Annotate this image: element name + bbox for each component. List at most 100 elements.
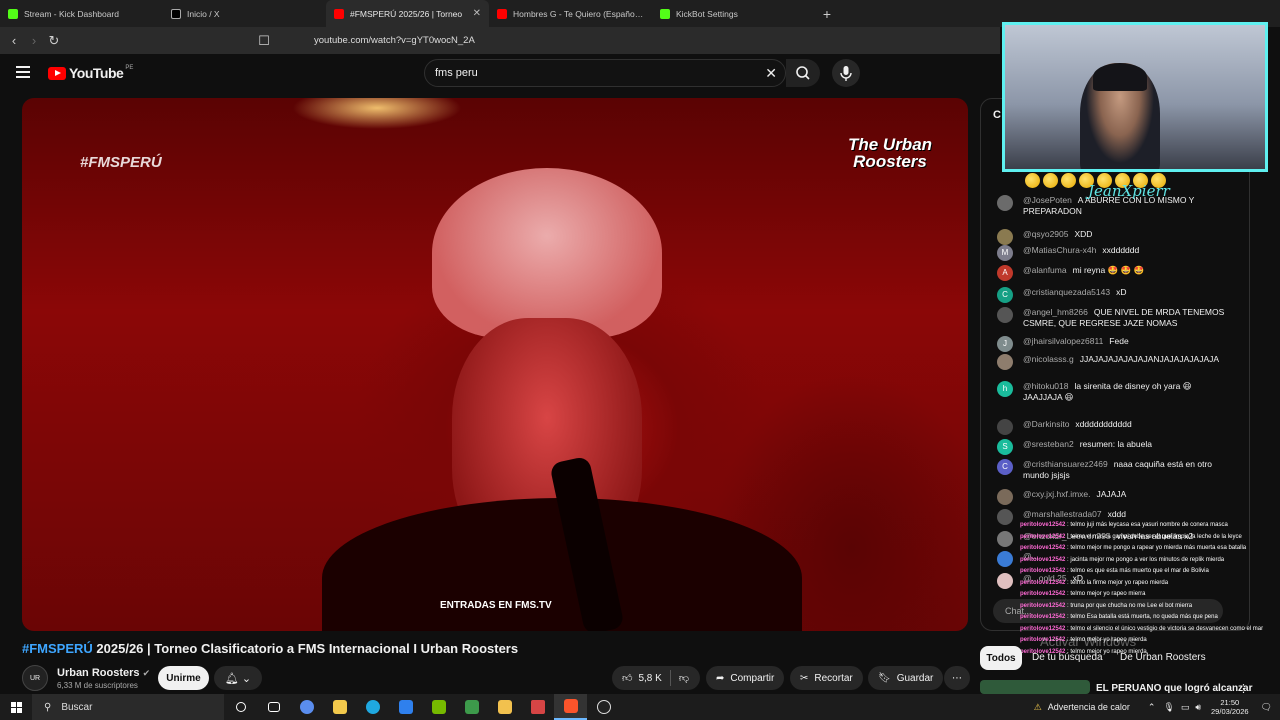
chat-avatar[interactable] xyxy=(997,195,1013,211)
chat-avatar[interactable] xyxy=(997,531,1013,547)
obs-icon[interactable] xyxy=(587,694,620,720)
chat-author[interactable]: @angel_hm8266 xyxy=(1023,307,1088,317)
notifications-button[interactable]: 🔔︎ ⌄ xyxy=(214,666,262,690)
chat-avatar[interactable] xyxy=(997,573,1013,589)
chat-author[interactable]: @nicolasss.g xyxy=(1023,354,1074,364)
tab-hombres-g[interactable]: Hombres G - Te Quiero (Español) - Yo xyxy=(489,0,652,27)
windows-logo-icon xyxy=(10,701,22,713)
menu-icon[interactable] xyxy=(16,66,30,78)
related-video-title[interactable]: EL PERUANO que logró alcanzar xyxy=(1096,683,1253,694)
close-tab-icon[interactable]: ✕ xyxy=(473,8,481,19)
chat-message-body: @Darkinsito xddddddddddd xyxy=(1023,419,1132,435)
notifications-icon[interactable]: 🗨︎ xyxy=(1261,702,1272,713)
search-input[interactable]: fms peru ✕ xyxy=(424,59,786,87)
chat-text: xddddddddddd xyxy=(1075,419,1132,429)
youtube-logo[interactable]: YouTube PE xyxy=(48,65,133,81)
filter-chip-search[interactable]: De tu búsqueda xyxy=(1032,652,1103,663)
network-icon[interactable]: ▭ xyxy=(1181,702,1190,713)
back-icon[interactable]: ‹ xyxy=(4,33,24,48)
chat-avatar[interactable]: J xyxy=(997,336,1013,352)
bookmark-icon[interactable]: ☐ xyxy=(254,33,274,49)
like-icon[interactable]: 👍︎ xyxy=(622,672,632,684)
chat-message-body: @cristhiansuarez2469 naaa caquiña está en… xyxy=(1023,459,1233,480)
url-field[interactable]: youtube.com/watch?v=gYT0wocN_2A xyxy=(314,31,1000,51)
mail-icon[interactable] xyxy=(389,694,422,720)
tab-kickbot[interactable]: KickBot Settings xyxy=(652,0,815,27)
start-button[interactable] xyxy=(0,694,32,720)
chat-author[interactable]: @JosePoten xyxy=(1023,195,1072,205)
channel-name[interactable]: Urban Roosters ✔ xyxy=(57,667,150,679)
save-button[interactable]: 🔖︎ Guardar xyxy=(868,666,944,690)
chat-avatar[interactable]: A xyxy=(997,265,1013,281)
voice-search-button[interactable] xyxy=(832,59,860,87)
related-video-thumbnail[interactable] xyxy=(980,680,1090,694)
chat-avatar[interactable] xyxy=(997,489,1013,505)
filter-chip-channel[interactable]: De Urban Roosters xyxy=(1120,652,1206,663)
join-button[interactable]: Unirme xyxy=(158,666,209,690)
chat-author[interactable]: @jhairsilvalopez6811 xyxy=(1023,336,1103,346)
share-button[interactable]: ➦ Compartir xyxy=(706,666,785,690)
video-player[interactable]: #FMSPERÚ The Urban Roosters ENTRADAS EN … xyxy=(22,98,968,631)
reload-icon[interactable]: ↻ xyxy=(44,33,64,49)
nvidia-icon[interactable] xyxy=(422,694,455,720)
speedometer-icon[interactable] xyxy=(290,694,323,720)
chat-author[interactable]: @alanfuma xyxy=(1023,265,1067,275)
overlay-chat-text: telmo el masca gampi debe ser el que lim… xyxy=(1070,533,1242,540)
chat-author[interactable]: @cristhiansuarez2469 xyxy=(1023,459,1108,469)
crying-emoji-icon xyxy=(1061,173,1076,188)
chat-author[interactable]: @marshallestrada07 xyxy=(1023,509,1102,519)
task-view-icon[interactable] xyxy=(257,694,290,720)
dislike-icon[interactable]: 👎︎ xyxy=(679,672,689,684)
chat-avatar[interactable]: C xyxy=(997,287,1013,303)
tab-youtube-fmsperu[interactable]: #FMSPERÚ 2025/26 | Torneo ✕ xyxy=(326,0,489,27)
urban-roosters-logo: The Urban Roosters xyxy=(847,135,933,171)
tab-x[interactable]: Inicio / X xyxy=(163,0,326,27)
youtube-icon xyxy=(497,8,507,19)
volume-icon[interactable]: 🔊︎ xyxy=(1195,702,1201,713)
chat-avatar[interactable] xyxy=(997,229,1013,245)
chat-author[interactable]: @cristianquezada5143 xyxy=(1023,287,1110,297)
chat-author[interactable]: @Darkinsito xyxy=(1023,419,1069,429)
chevron-up-icon[interactable]: ⌃ xyxy=(1148,702,1156,713)
search-icon: ⚲ xyxy=(44,701,52,713)
chat-avatar[interactable] xyxy=(997,354,1013,370)
filter-chip-all[interactable]: Todos xyxy=(980,646,1022,670)
edge-icon[interactable] xyxy=(356,694,389,720)
chat-avatar[interactable] xyxy=(997,307,1013,323)
clear-icon[interactable]: ✕ xyxy=(765,65,777,82)
scissors-icon: ✂ xyxy=(800,672,809,684)
new-tab-button[interactable]: + xyxy=(815,6,839,22)
search-button[interactable] xyxy=(786,59,820,87)
chat-avatar[interactable]: S xyxy=(997,439,1013,455)
app-red-icon[interactable] xyxy=(521,694,554,720)
chat-avatar[interactable]: M xyxy=(997,245,1013,261)
chat-avatar[interactable]: C xyxy=(997,459,1013,475)
more-actions-button[interactable]: ⋯ xyxy=(944,666,970,690)
brave-icon[interactable] xyxy=(554,694,587,720)
chat-author[interactable]: @hitoku018 xyxy=(1023,381,1069,391)
chat-author[interactable]: @MatiasChura-x4h xyxy=(1023,245,1096,255)
file-explorer-icon[interactable] xyxy=(488,694,521,720)
store-icon[interactable] xyxy=(323,694,356,720)
chat-author[interactable]: @sresteban2 xyxy=(1023,439,1074,449)
logo-text: YouTube xyxy=(69,65,124,81)
chat-text: XDD xyxy=(1074,229,1093,239)
microphone-tray-icon[interactable]: 🎙︎ xyxy=(1163,702,1174,713)
chat-avatar[interactable]: h xyxy=(997,381,1013,397)
weather-status[interactable]: Advertencia de calor xyxy=(1048,702,1130,712)
tab-kick-dashboard[interactable]: Stream - Kick Dashboard xyxy=(0,0,163,27)
clock[interactable]: 21:50 29/03/2026 xyxy=(1211,698,1249,716)
cortana-icon[interactable] xyxy=(224,694,257,720)
chat-avatar[interactable] xyxy=(997,551,1013,567)
chat-avatar[interactable] xyxy=(997,419,1013,435)
channel-avatar[interactable]: UR xyxy=(22,665,48,691)
chat-avatar[interactable] xyxy=(997,509,1013,525)
title-hashtag-link[interactable]: #FMSPERÚ xyxy=(22,641,93,656)
like-count[interactable]: 5,8 K xyxy=(638,673,661,684)
forward-icon[interactable]: › xyxy=(24,33,44,48)
app-green-icon[interactable] xyxy=(455,694,488,720)
clip-button[interactable]: ✂ Recortar xyxy=(790,666,863,690)
chat-author[interactable]: @cxy.jxj.hxf.imxe. xyxy=(1023,489,1091,499)
chat-author[interactable]: @qsyo2905 xyxy=(1023,229,1069,239)
taskbar-search[interactable]: ⚲ Buscar xyxy=(32,694,224,720)
